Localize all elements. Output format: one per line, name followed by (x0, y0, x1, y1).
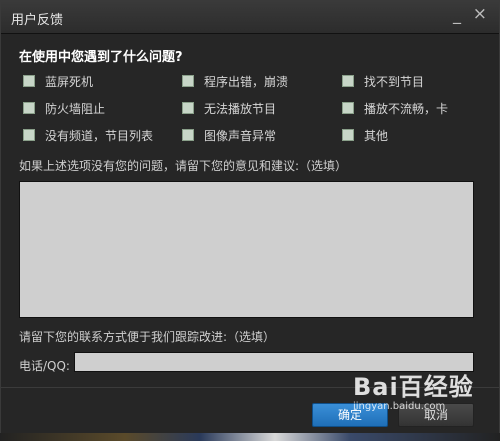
checkbox[interactable] (182, 129, 194, 141)
feedback-dialog: 用户反馈 _ × 在使用中您遇到了什么问题? 蓝屏死机 程序出错，崩溃 找不到节… (0, 0, 500, 441)
window-title: 用户反馈 (11, 13, 64, 28)
option-label: 其他 (364, 129, 389, 143)
feedback-hint: 如果上述选项没有您的问题，请留下您的意见和建议:（选填） (19, 159, 348, 173)
close-icon[interactable]: × (473, 6, 487, 23)
option-label: 蓝屏死机 (45, 75, 94, 89)
question-heading: 在使用中您遇到了什么问题? (19, 50, 183, 65)
option-label: 程序出错，崩溃 (204, 75, 289, 89)
checkbox[interactable] (342, 75, 354, 87)
watermark-site: jingyan.baidu.com (353, 401, 446, 412)
option-label: 图像声音异常 (204, 129, 277, 143)
watermark-logo: Bai百经验 (353, 373, 474, 401)
checkbox[interactable] (342, 129, 354, 141)
baidu-watermark: Bai百经验 jingyan.baidu.com (353, 367, 493, 417)
checkbox[interactable] (23, 129, 35, 141)
checkbox[interactable] (23, 75, 35, 87)
option-label: 防火墙阻止 (45, 102, 106, 116)
phone-label: 电话/QQ: (19, 359, 70, 373)
option-label: 找不到节目 (364, 75, 425, 89)
checkbox[interactable] (342, 102, 354, 114)
option-label: 没有频道，节目列表 (45, 129, 154, 143)
minimize-icon[interactable]: _ (453, 7, 461, 23)
checkbox[interactable] (182, 102, 194, 114)
checkbox[interactable] (23, 102, 35, 114)
checkbox[interactable] (182, 75, 194, 87)
title-bar: 用户反馈 _ × (1, 1, 499, 34)
background-strip (0, 433, 500, 441)
option-label: 无法播放节目 (204, 102, 277, 116)
contact-hint: 请留下您的联系方式便于我们跟踪改进:（选填） (19, 330, 276, 344)
feedback-textarea[interactable] (19, 181, 474, 318)
option-label: 播放不流畅，卡 (364, 102, 449, 116)
